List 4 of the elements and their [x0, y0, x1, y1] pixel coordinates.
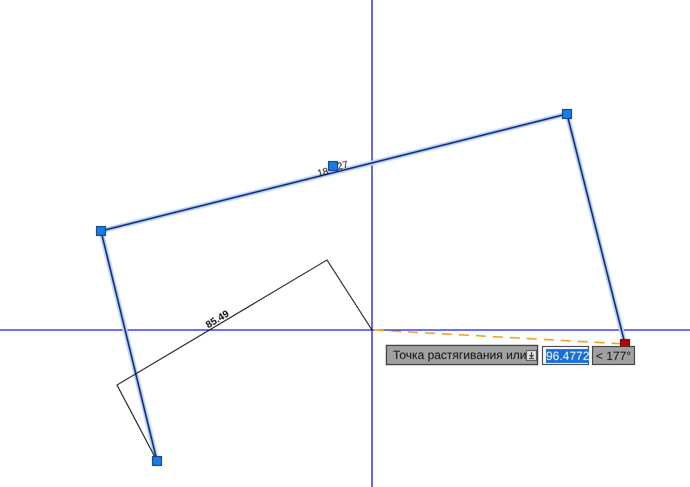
dimension-text: 27 — [336, 160, 350, 173]
angle-tooltip: < 177° — [592, 346, 635, 365]
prompt-text: Точка растягивания или — [393, 348, 526, 362]
dimension-text: 18 — [316, 166, 330, 180]
